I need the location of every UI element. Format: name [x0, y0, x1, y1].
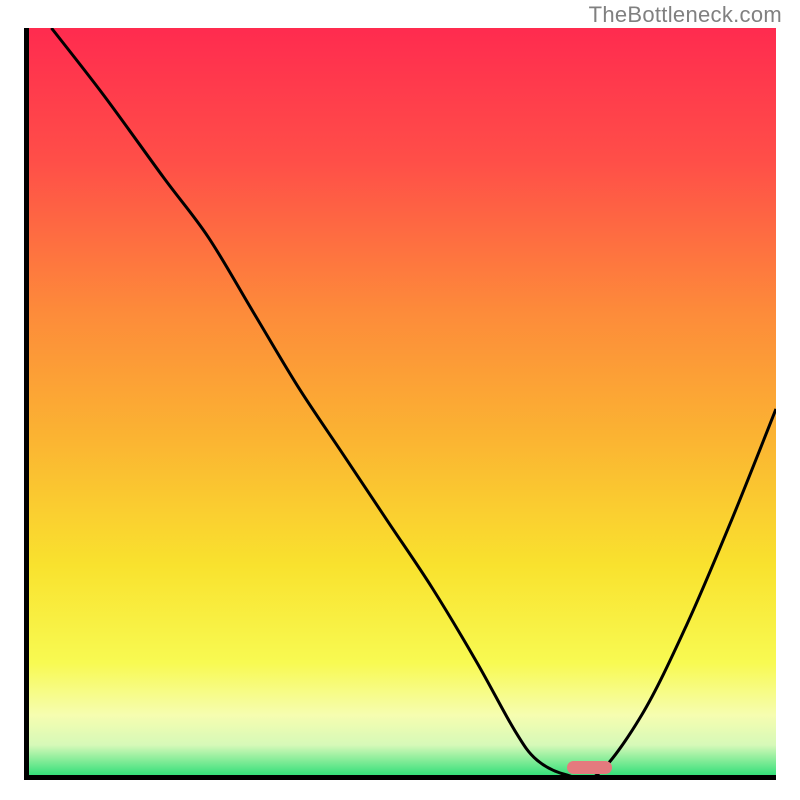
plot-area — [24, 28, 776, 780]
watermark-text: TheBottleneck.com — [589, 2, 782, 28]
bottleneck-curve — [29, 28, 776, 775]
optimal-marker — [567, 761, 612, 774]
chart-container: TheBottleneck.com — [0, 0, 800, 800]
